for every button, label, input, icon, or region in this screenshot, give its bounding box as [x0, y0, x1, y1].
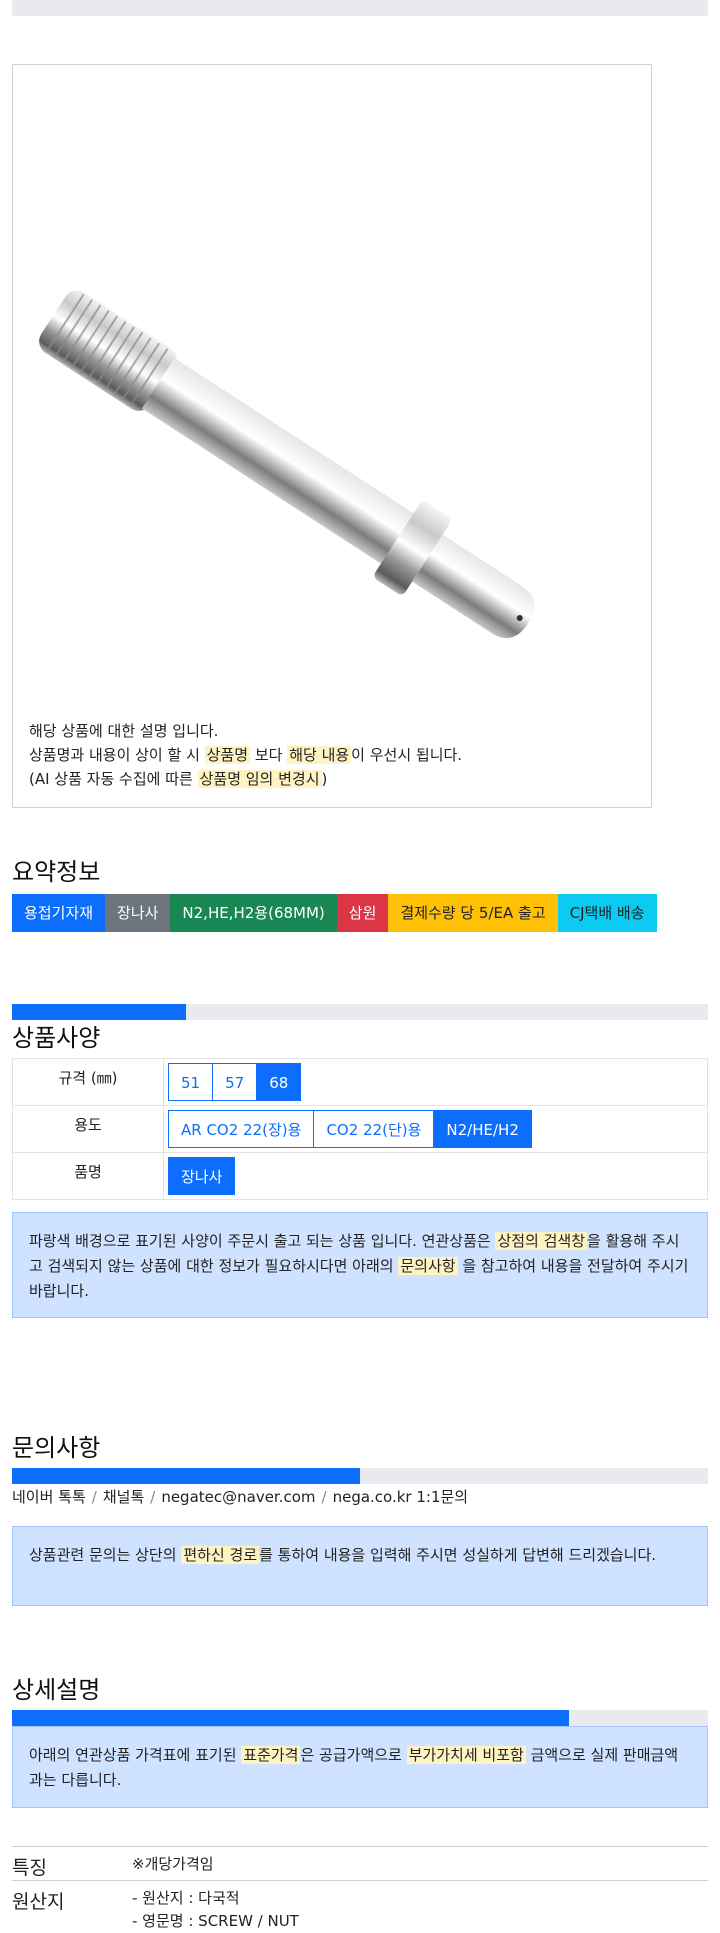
image-notice: 해당 상품에 대한 설명 입니다. 상품명과 내용이 상이 할 시 상품명 보다… — [29, 719, 462, 791]
summary-tag: 장나사 — [105, 894, 171, 932]
feature-value: - 원산지 : 다국적 - 영문명 : SCREW / NUT — [132, 1887, 299, 1933]
summary-tag: CJ택배 배송 — [557, 894, 657, 932]
spec-progress-bar — [12, 1004, 708, 1020]
highlight-product-name: 상품명 — [204, 746, 251, 764]
spec-label: 품명 — [12, 1152, 164, 1200]
highlight-standard-price: 표준가격 — [241, 1746, 301, 1764]
spec-option-button[interactable]: CO2 22(단)용 — [313, 1110, 435, 1148]
spec-options: 51 57 68 — [163, 1058, 708, 1106]
spec-label: 용도 — [12, 1105, 164, 1153]
feature-row: 특징 ※개당가격임 — [12, 1846, 708, 1881]
feature-row: 원산지 - 원산지 : 다국적 - 영문명 : SCREW / NUT — [12, 1880, 708, 1931]
summary-tag: N2,HE,H2용(68MM) — [170, 894, 337, 932]
spec-title: 상품사양 — [12, 1024, 101, 1052]
spec-option-button[interactable]: 장나사 — [168, 1157, 236, 1195]
notice-line-2: 상품명과 내용이 상이 할 시 상품명 보다 해당 내용 이 우선시 됩니다. — [29, 746, 463, 764]
summary-title: 요약정보 — [12, 858, 101, 886]
summary-tags: 용접기자재 장나사 N2,HE,H2용(68MM) 삼원 결제수량 당 5/EA 출고 C… — [12, 894, 708, 932]
spec-option-button[interactable]: 57 — [212, 1063, 258, 1101]
feature-value-line: ※개당가격임 — [132, 1855, 214, 1873]
inquiry-progress-bar — [12, 1468, 708, 1484]
inquiry-progress-fill — [12, 1468, 360, 1484]
notice-line-1: 해당 상품에 대한 설명 입니다. — [29, 722, 219, 740]
spec-table: 규격 (㎜) 51 57 68 용도 AR CO2 22(장)용 CO2 22(단)용 N2/… — [12, 1058, 708, 1200]
spec-row: 품명 장나사 — [12, 1152, 708, 1200]
highlight-inquiry: 문의사항 — [398, 1257, 458, 1275]
summary-tag: 용접기자재 — [12, 894, 106, 932]
feature-key: 특징 — [12, 1857, 47, 1879]
product-image — [39, 290, 535, 639]
notice-line-3: (AI 상품 자동 수집에 따른 상품명 임의 변경시) — [29, 770, 328, 788]
spec-row: 용도 AR CO2 22(장)용 CO2 22(단)용 N2/HE/H2 — [12, 1105, 708, 1153]
spec-option-button[interactable]: 68 — [256, 1063, 302, 1101]
contact-link[interactable]: 네이버 톡톡 — [12, 1488, 86, 1506]
summary-tag: 삼원 — [336, 894, 389, 932]
spec-option-button[interactable]: N2/HE/H2 — [433, 1110, 532, 1148]
contact-separator: / — [150, 1488, 156, 1506]
highlight-content: 해당 내용 — [287, 746, 352, 764]
spec-row: 규격 (㎜) 51 57 68 — [12, 1058, 708, 1106]
feature-value: ※개당가격임 — [132, 1853, 214, 1876]
spec-label: 규격 (㎜) — [12, 1058, 164, 1106]
top-divider-bar — [12, 0, 708, 16]
contact-separator: / — [321, 1488, 327, 1506]
spec-option-button[interactable]: AR CO2 22(장)용 — [168, 1110, 315, 1148]
contact-link[interactable]: nega.co.kr 1:1문의 — [333, 1488, 469, 1506]
spec-options: AR CO2 22(장)용 CO2 22(단)용 N2/HE/H2 — [163, 1105, 708, 1153]
highlight-name-change: 상품명 임의 변경시 — [197, 770, 322, 788]
contact-link[interactable]: 채널톡 — [103, 1488, 144, 1506]
inquiry-info-box: 상품관련 문의는 상단의 편하신 경로 를 통하여 내용을 입력해 주시면 성실하… — [12, 1526, 708, 1606]
contact-link[interactable]: negatec@naver.com — [161, 1488, 315, 1506]
detail-progress-fill — [12, 1710, 569, 1726]
feature-key: 원산지 — [12, 1891, 65, 1913]
contact-links: 네이버 톡톡 / 채널톡 / negatec@naver.com / nega.co.kr … — [12, 1486, 468, 1507]
highlight-route: 편하신 경로 — [181, 1546, 260, 1564]
spec-option-button[interactable]: 51 — [168, 1063, 214, 1101]
detail-info-box: 아래의 연관상품 가격표에 표기된 표준가격 은 공급가액으로 부가가치세 비포함… — [12, 1726, 708, 1808]
contact-separator: / — [91, 1488, 97, 1506]
highlight-search: 상점의 검색창 — [495, 1232, 588, 1250]
detail-title: 상세설명 — [12, 1676, 101, 1704]
feature-value-line: - 원산지 : 다국적 — [132, 1889, 240, 1907]
summary-tag: 결제수량 당 5/EA 출고 — [388, 894, 558, 932]
inquiry-title: 문의사항 — [12, 1434, 101, 1462]
detail-progress-bar — [12, 1710, 708, 1726]
spec-options: 장나사 — [163, 1152, 708, 1200]
spec-info-box: 파랑색 배경으로 표기된 사양이 주문시 출고 되는 상품 입니다. 연관상품은… — [12, 1212, 708, 1318]
highlight-vat: 부가가치세 비포함 — [406, 1746, 526, 1764]
product-image-box: 해당 상품에 대한 설명 입니다. 상품명과 내용이 상이 할 시 상품명 보다… — [12, 64, 652, 808]
